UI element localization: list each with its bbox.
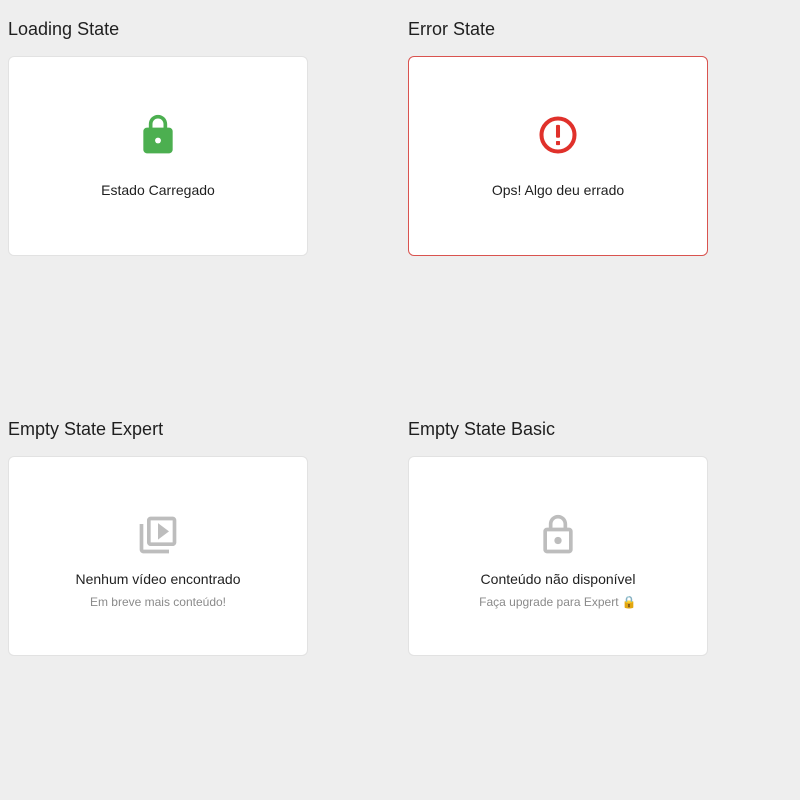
empty-state-basic-card: Conteúdo não disponível Faça upgrade par… (408, 456, 708, 656)
empty-state-expert-card: Nenhum vídeo encontrado Em breve mais co… (8, 456, 308, 656)
error-circle-icon (536, 113, 580, 157)
section-title: Empty State Expert (8, 419, 164, 439)
lock-icon (536, 513, 580, 557)
error-state-card: Ops! Algo deu errado (408, 56, 708, 256)
card-submessage: Faça upgrade para Expert 🔒 (479, 595, 637, 609)
card-message: Estado Carregado (101, 182, 215, 198)
loading-state-card: Estado Carregado (8, 56, 308, 256)
card-submessage: Em breve mais conteúdo! (89, 595, 227, 609)
card-message: Nenhum vídeo encontrado (75, 571, 241, 587)
section-title: Error State (408, 19, 496, 39)
section-title: Empty State Basic (408, 419, 556, 439)
lock-icon (136, 113, 180, 157)
card-message: Conteúdo não disponível (480, 571, 636, 587)
video-library-icon (136, 513, 180, 557)
card-message: Ops! Algo deu errado (491, 182, 625, 198)
section-title: Loading State (8, 19, 120, 39)
